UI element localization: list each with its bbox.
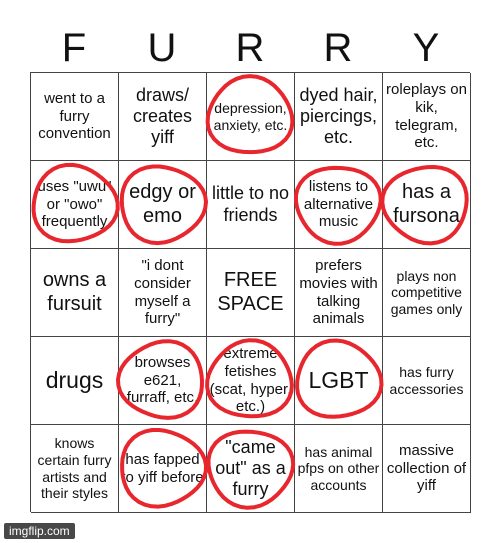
cell-r3c1: browses e621, furraff, etc. xyxy=(119,337,207,425)
cell-r2c3: prefers movies with talking animals xyxy=(295,249,383,337)
cell-r1c4: has a fursona xyxy=(383,161,471,249)
title-letter-f: F xyxy=(61,26,87,70)
cell-r2c4: plays non competitive games only xyxy=(383,249,471,337)
cell-r1c1: edgy or emo xyxy=(119,161,207,249)
cell-r0c4: roleplays on kik, telegram, etc. xyxy=(383,73,471,161)
cell-r3c4: has furry accessories xyxy=(383,337,471,425)
cell-r1c2: little to no friends xyxy=(207,161,295,249)
title-letter-r2: R xyxy=(323,26,353,70)
cell-r0c0: went to a furry convention xyxy=(31,73,119,161)
cell-r4c2: "came out" as a furry xyxy=(207,425,295,513)
cell-r3c0: drugs xyxy=(31,337,119,425)
cell-r1c3: listens to alternative music xyxy=(295,161,383,249)
cell-r3c3: LGBT xyxy=(295,337,383,425)
cell-r2c0: owns a fursuit xyxy=(31,249,119,337)
bingo-title: F U R R Y xyxy=(30,24,470,72)
title-letter-y: Y xyxy=(412,26,440,70)
cell-r0c2: depression, anxiety, etc. xyxy=(207,73,295,161)
cell-r0c1: draws/ creates yiff xyxy=(119,73,207,161)
cell-r2c2: FREE SPACE xyxy=(207,249,295,337)
watermark-label: imgflip.com xyxy=(4,523,75,539)
cell-r4c0: knows certain furry artists and their st… xyxy=(31,425,119,513)
cell-r4c4: massive collection of yiff xyxy=(383,425,471,513)
cell-r1c0: uses "uwu" or "owo" frequently xyxy=(31,161,119,249)
title-letter-u: U xyxy=(147,26,177,70)
cell-r4c3: has animal pfps on other accounts xyxy=(295,425,383,513)
bingo-board: went to a furry convention draws/ create… xyxy=(30,72,471,513)
cell-r2c1: "i dont consider myself a furry" xyxy=(119,249,207,337)
title-letter-r1: R xyxy=(235,26,265,70)
cell-r0c3: dyed hair, piercings, etc. xyxy=(295,73,383,161)
cell-r4c1: has fapped to yiff before xyxy=(119,425,207,513)
cell-r3c2: extreme fetishes (scat, hyper, etc.) xyxy=(207,337,295,425)
